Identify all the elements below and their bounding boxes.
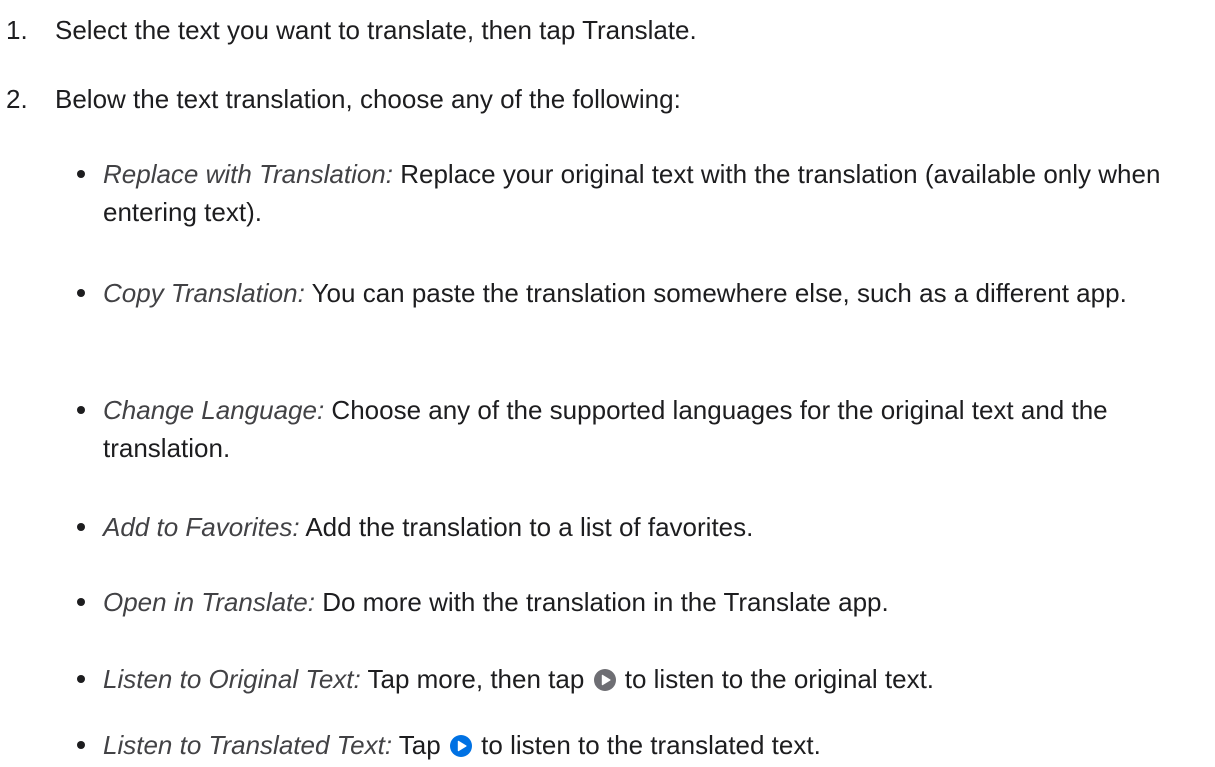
option-term: Replace with Translation:: [103, 159, 393, 189]
option-term: Add to Favorites:: [103, 512, 300, 542]
option-text: Open in Translate: Do more with the tran…: [103, 583, 1203, 621]
option-text: Listen to Original Text: Tap more, then …: [103, 660, 1203, 698]
play-circle-blue-icon[interactable]: [449, 735, 472, 757]
step-number: 1.: [6, 15, 28, 45]
option-text: Change Language: Choose any of the suppo…: [103, 391, 1203, 467]
option-text: Copy Translation: You can paste the tran…: [103, 274, 1203, 312]
step-text: Below the text translation, choose any o…: [55, 84, 681, 114]
option-description-after: to listen to the original text.: [617, 664, 935, 694]
bullet-dot: [77, 523, 85, 531]
bullet-dot: [77, 170, 85, 178]
option-text: Add to Favorites: Add the translation to…: [103, 508, 1203, 546]
option-term: Change Language:: [103, 395, 325, 425]
play-circle-gray-icon[interactable]: [593, 669, 616, 691]
bullet-dot: [77, 598, 85, 606]
option-term: Copy Translation:: [103, 278, 305, 308]
option-description-before: Tap: [392, 730, 448, 760]
option-description-after: to listen to the translated text.: [473, 730, 821, 760]
option-description: Add the translation to a list of favorit…: [299, 512, 754, 542]
option-term: Listen to Translated Text:: [103, 730, 393, 760]
option-term: Open in Translate:: [103, 587, 315, 617]
option-description: Do more with the translation in the Tran…: [314, 587, 889, 617]
bullet-dot: [77, 406, 85, 414]
option-text: Listen to Translated Text: Tap to listen…: [103, 726, 1203, 764]
option-term: Listen to Original Text:: [103, 664, 361, 694]
bullet-dot: [77, 741, 85, 749]
option-description-before: Tap more, then tap: [360, 664, 592, 694]
instructions-page: 1. Select the text you want to translate…: [0, 0, 1215, 767]
bullet-dot: [77, 289, 85, 297]
step-text: Select the text you want to translate, t…: [55, 15, 697, 45]
step-number: 2.: [6, 84, 28, 114]
option-text: Replace with Translation: Replace your o…: [103, 155, 1203, 231]
bullet-dot: [77, 675, 85, 683]
option-description: You can paste the translation somewhere …: [304, 278, 1127, 308]
